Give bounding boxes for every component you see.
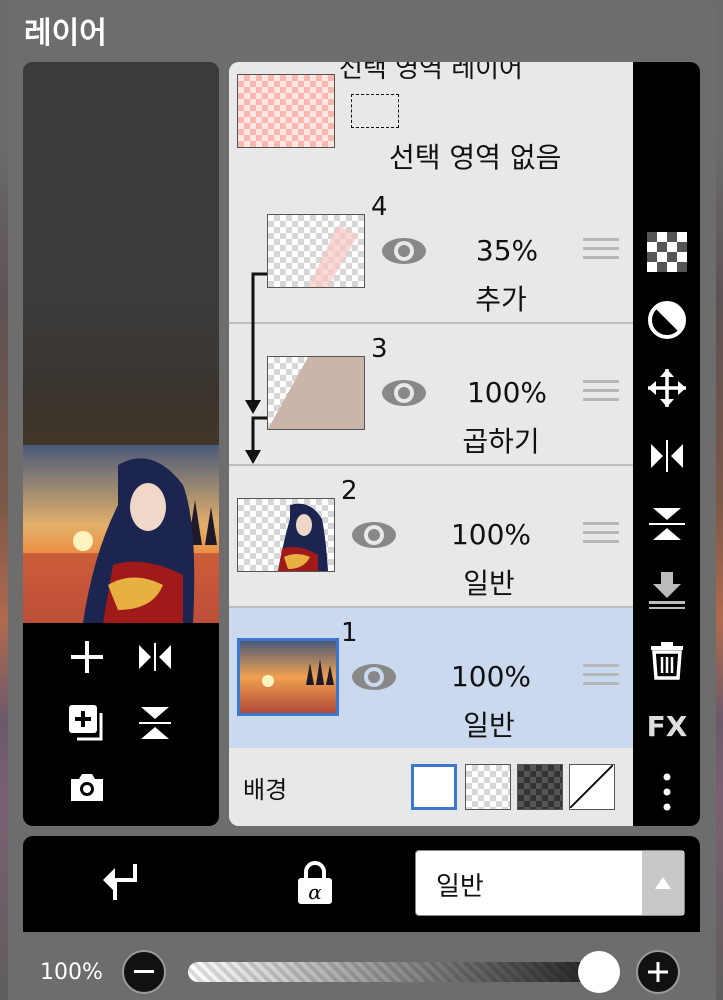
merge-down-icon[interactable] <box>643 566 691 614</box>
clipping-toggle-icon[interactable] <box>101 860 141 908</box>
layer-blend-mode: 일반 <box>463 567 515 600</box>
clipping-arrow-icon <box>245 272 267 464</box>
visibility-eye-icon[interactable] <box>379 378 429 408</box>
blend-mode-value: 일반 <box>436 872 484 902</box>
camera-icon[interactable] <box>63 763 111 811</box>
selection-layer-title: 선택 영역 레이어 <box>339 62 523 84</box>
trash-icon[interactable] <box>643 636 691 684</box>
layer-number: 3 <box>371 334 388 364</box>
layer-blend-mode: 곱하기 <box>462 425 540 458</box>
layer-blend-mode: 추가 <box>475 283 527 316</box>
flip-horizontal-icon[interactable] <box>131 633 179 681</box>
layer-opacity: 100% <box>450 518 532 551</box>
layer-number: 4 <box>371 192 388 222</box>
layer-opacity: 100% <box>466 376 548 409</box>
layer-thumbnail <box>267 356 365 430</box>
layer-thumbnail <box>267 214 365 288</box>
visibility-eye-icon[interactable] <box>349 662 399 692</box>
opacity-slider-bar: 100% <box>8 932 716 1000</box>
opacity-label: 100% <box>40 960 103 985</box>
background-row: 배경 <box>229 748 633 826</box>
checker-icon[interactable] <box>643 228 691 276</box>
opacity-slider-track[interactable] <box>188 962 616 982</box>
background-none-swatch[interactable] <box>569 764 615 810</box>
move-icon[interactable] <box>643 364 691 412</box>
layer-options-bar: α 일반 <box>23 836 700 932</box>
opacity-increase-button[interactable] <box>636 950 680 994</box>
drag-handle-icon[interactable] <box>583 380 619 408</box>
panel-title: 레이어 <box>24 16 107 51</box>
contrast-icon[interactable] <box>643 296 691 344</box>
preview-artwork <box>23 445 219 623</box>
svg-text:α: α <box>308 880 322 904</box>
drag-handle-icon[interactable] <box>583 522 619 550</box>
layer-thumbnail <box>237 498 335 572</box>
background-transparent-light-swatch[interactable] <box>465 764 511 810</box>
preview-tools <box>23 623 219 826</box>
selection-layer-row[interactable]: 선택 영역 레이어 선택 영역 없음 <box>229 62 633 184</box>
layer-opacity: 35% <box>475 234 539 267</box>
selection-layer-thumbnail <box>237 74 335 148</box>
alpha-lock-icon[interactable]: α <box>295 860 335 910</box>
background-transparent-dark-swatch[interactable] <box>517 764 563 810</box>
blend-mode-select[interactable]: 일반 <box>415 850 685 916</box>
opacity-slider-knob[interactable] <box>578 951 620 993</box>
layer-row[interactable]: 3 100% 곱하기 <box>229 324 633 466</box>
canvas-preview <box>23 62 219 826</box>
layer-row[interactable]: 4 35% 추가 <box>229 182 633 324</box>
layer-opacity: 100% <box>450 660 532 693</box>
flip-horizontal-icon[interactable] <box>643 432 691 480</box>
duplicate-layer-icon[interactable] <box>63 699 111 747</box>
flip-vertical-icon[interactable] <box>643 500 691 548</box>
layer-number: 1 <box>341 618 358 648</box>
opacity-decrease-button[interactable] <box>122 950 166 994</box>
layer-row[interactable]: 2 100% 일반 <box>229 466 633 608</box>
layer-thumbnail <box>237 638 339 716</box>
drag-handle-icon[interactable] <box>583 238 619 266</box>
dropdown-arrow-icon[interactable] <box>642 851 684 915</box>
selection-dashed-icon <box>351 94 399 128</box>
fx-icon[interactable]: FX <box>643 702 691 750</box>
layer-blend-mode: 일반 <box>463 709 515 742</box>
selection-layer-status: 선택 영역 없음 <box>389 141 562 174</box>
add-layer-icon[interactable] <box>63 633 111 681</box>
layer-number: 2 <box>341 476 358 506</box>
layer-list: 선택 영역 레이어 선택 영역 없음 4 35% 추가 3 100% 곱하기 2… <box>229 62 633 826</box>
background-label: 배경 <box>243 776 288 804</box>
drag-handle-icon[interactable] <box>583 664 619 692</box>
layer-toolbar: FX <box>633 62 700 826</box>
background-white-swatch[interactable] <box>411 764 457 810</box>
more-icon[interactable] <box>643 768 691 816</box>
visibility-eye-icon[interactable] <box>349 520 399 550</box>
visibility-eye-icon[interactable] <box>379 236 429 266</box>
layer-row[interactable]: 1 100% 일반 <box>229 608 633 750</box>
flip-vertical-icon[interactable] <box>131 699 179 747</box>
